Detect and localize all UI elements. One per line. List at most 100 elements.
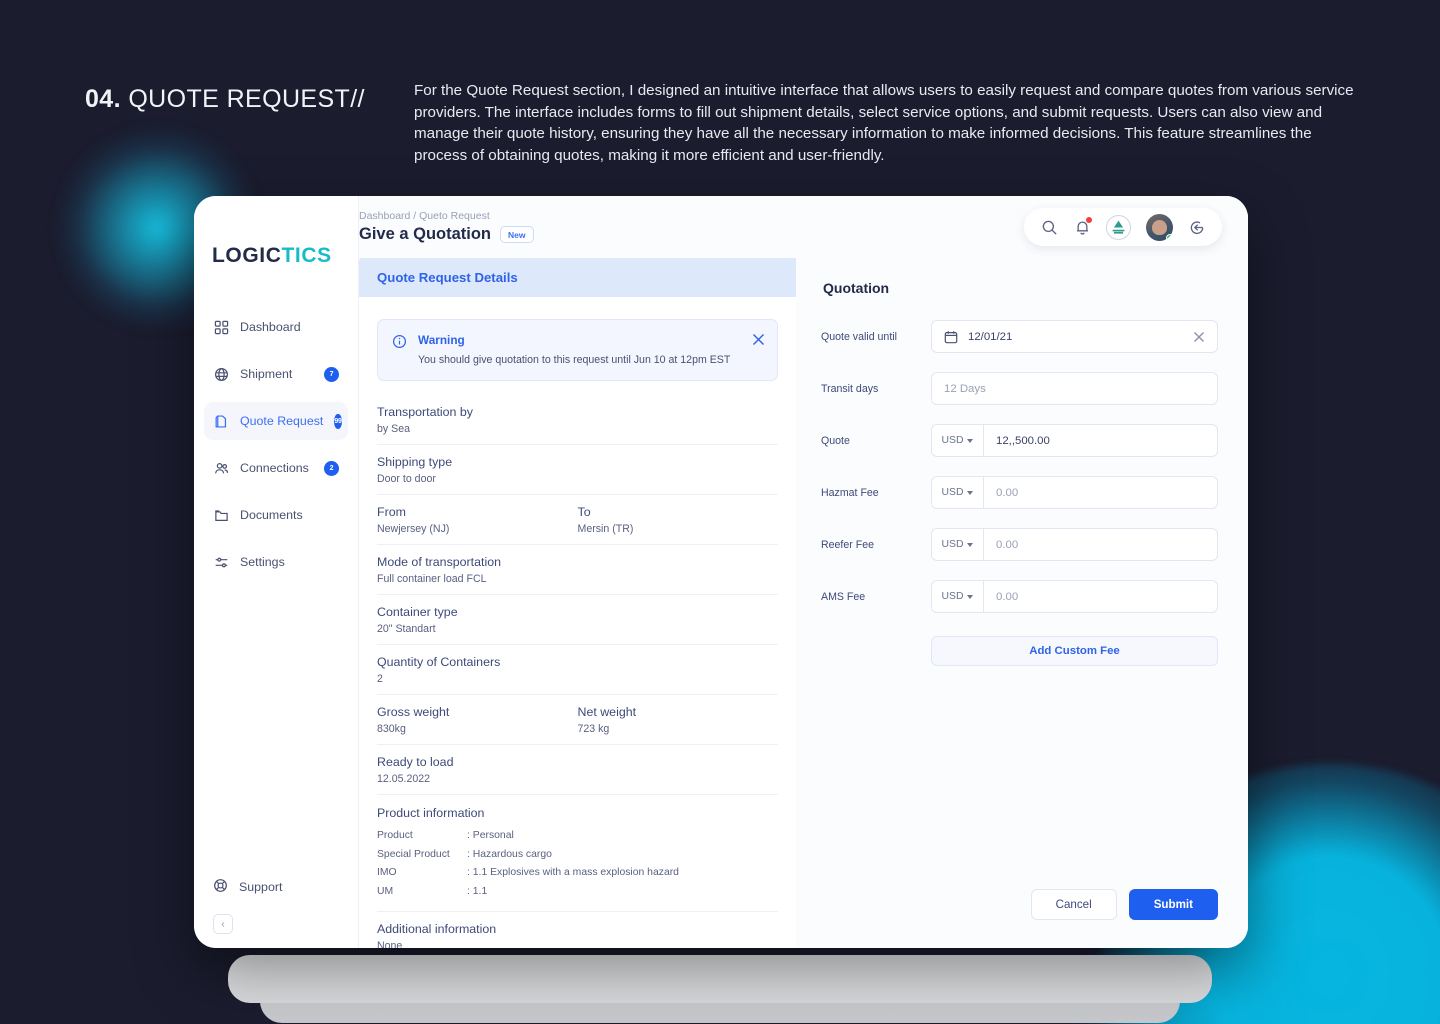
transit-days-value: 12 Days: [944, 382, 986, 395]
main-area: Dashboard / Queto Request Give a Quotati…: [359, 196, 1248, 948]
detail-field: Ready to load 12.05.2022: [377, 755, 778, 785]
submit-button[interactable]: Submit: [1128, 889, 1218, 920]
bell-icon[interactable]: [1073, 217, 1092, 236]
product-value: : Hazardous cargo: [467, 848, 552, 860]
warning-alert: Warning You should give quotation to thi…: [377, 319, 778, 381]
logo-accent: TICS: [281, 244, 332, 267]
sidebar-item-dashboard[interactable]: Dashboard: [204, 308, 348, 346]
detail-value: 830kg: [377, 723, 406, 735]
currency-select-hazmat[interactable]: USD: [932, 477, 984, 508]
product-key: UM: [377, 885, 394, 897]
detail-label: Ready to load: [377, 755, 454, 769]
content-split: Quote Request Details Warning You should…: [359, 258, 1248, 948]
detail-row: Quantity of Containers 2: [377, 645, 778, 695]
sidebar-item-settings[interactable]: Settings: [204, 543, 348, 581]
stacked-card-middle: [228, 955, 1212, 1003]
sidebar-item-label: Settings: [240, 555, 285, 569]
sidebar-footer: Support ‹: [194, 878, 358, 934]
sidebar-collapse-button[interactable]: ‹: [213, 914, 233, 934]
search-icon[interactable]: [1040, 218, 1058, 236]
close-icon[interactable]: [1193, 331, 1205, 343]
brand-ring-icon[interactable]: [1106, 214, 1131, 240]
document-icon: [213, 413, 229, 429]
sidebar-item-connections[interactable]: Connections 2: [204, 449, 348, 487]
product-value: : 1.1: [467, 885, 488, 897]
chevron-down-icon: [967, 438, 974, 443]
avatar[interactable]: [1146, 213, 1173, 241]
ams-fee-value: 0.00: [996, 590, 1019, 603]
ams-fee-input[interactable]: USD 0.00: [931, 580, 1218, 613]
grid-icon: [213, 319, 229, 335]
detail-label: Net weight: [577, 705, 637, 719]
currency-select-ams[interactable]: USD: [932, 581, 984, 612]
field-quote-valid-until: Quote valid until 12/01/21: [821, 320, 1218, 353]
detail-field: Quantity of Containers 2: [377, 655, 778, 685]
field-label: Quote: [821, 434, 850, 447]
support-label: Support: [239, 880, 283, 894]
sidebar-badge-connections: 2: [324, 460, 339, 476]
detail-field: Mode of transportation Full container lo…: [377, 555, 778, 585]
detail-field: Transportation by by Sea: [377, 405, 778, 435]
detail-row: Container type 20" Standart: [377, 595, 778, 645]
currency-label: USD: [941, 435, 964, 446]
field-transit-days: Transit days 12 Days: [821, 372, 1218, 405]
reefer-fee-value: 0.00: [996, 538, 1019, 551]
reefer-fee-input[interactable]: USD 0.00: [931, 528, 1218, 561]
detail-value: Door to door: [377, 473, 436, 485]
detail-row: Mode of transportation Full container lo…: [377, 545, 778, 595]
product-value: : 1.1 Explosives with a mass explosion h…: [467, 867, 679, 878]
detail-field: Gross weight 830kg: [377, 705, 578, 735]
quote-request-details-panel: Quote Request Details Warning You should…: [359, 258, 796, 948]
sidebar-item-shipment[interactable]: Shipment 7: [204, 355, 348, 393]
sidebar: LOGICTICS Dashboard Shipment 7 Quote Req…: [194, 196, 359, 948]
detail-value: None: [377, 940, 403, 948]
breadcrumb[interactable]: Dashboard / Queto Request: [359, 210, 534, 222]
header-titles: Dashboard / Queto Request Give a Quotati…: [359, 210, 534, 244]
product-key: Special Product: [377, 848, 450, 860]
field-label: Quote valid until: [821, 330, 897, 343]
sidebar-item-label: Documents: [240, 508, 303, 522]
sidebar-item-documents[interactable]: Documents: [204, 496, 348, 534]
slide-headline: 04. QUOTE REQUEST//: [85, 85, 365, 114]
logout-icon[interactable]: [1188, 218, 1206, 236]
quote-amount-input[interactable]: USD 12,,500.00: [931, 424, 1218, 457]
sidebar-item-quote-request[interactable]: Quote Request 99: [204, 402, 348, 440]
status-badge: New: [500, 226, 534, 243]
detail-field: To Mersin (TR): [578, 505, 779, 535]
sidebar-item-label: Quote Request: [240, 414, 324, 428]
sidebar-item-support[interactable]: Support: [213, 878, 339, 896]
add-custom-fee-button[interactable]: Add Custom Fee: [931, 636, 1218, 666]
title-row: Give a Quotation New: [359, 225, 534, 244]
field-label: Hazmat Fee: [821, 486, 879, 499]
app-window: LOGICTICS Dashboard Shipment 7 Quote Req…: [194, 196, 1248, 948]
product-key: IMO: [377, 867, 397, 878]
detail-row: Additional information None: [377, 912, 778, 948]
currency-label: USD: [941, 487, 964, 498]
online-status-dot: [1166, 233, 1173, 241]
details-list: Warning You should give quotation to thi…: [359, 297, 796, 948]
hazmat-fee-input[interactable]: USD 0.00: [931, 476, 1218, 509]
detail-row: Transportation by by Sea: [377, 395, 778, 445]
sidebar-item-label: Connections: [240, 461, 309, 475]
detail-field: Shipping type Door to door: [377, 455, 778, 485]
quote-valid-until-input[interactable]: 12/01/21: [931, 320, 1218, 353]
cancel-button[interactable]: Cancel: [1030, 889, 1117, 920]
app-logo: LOGICTICS: [212, 244, 358, 268]
field-label: Transit days: [821, 382, 879, 395]
detail-value: by Sea: [377, 423, 410, 435]
currency-select-quote[interactable]: USD: [932, 425, 984, 456]
sidebar-item-label: Shipment: [240, 367, 293, 381]
currency-select-reefer[interactable]: USD: [932, 529, 984, 560]
quotation-panel: Quotation Quote valid until 12/01/21 Tra…: [796, 258, 1248, 948]
close-icon[interactable]: [752, 333, 765, 346]
detail-field: Container type 20" Standart: [377, 605, 778, 635]
detail-row: Gross weight 830kg Net weight 723 kg: [377, 695, 778, 745]
transit-days-input[interactable]: 12 Days: [931, 372, 1218, 405]
detail-row: Shipping type Door to door: [377, 445, 778, 495]
product-information-row: Product information Product : Personal S…: [377, 795, 778, 912]
detail-label: Gross weight: [377, 705, 450, 719]
detail-field: From Newjersey (NJ): [377, 505, 578, 535]
detail-label: Mode of transportation: [377, 555, 501, 569]
detail-label: Additional information: [377, 922, 497, 936]
field-ams-fee: AMS Fee USD 0.00: [821, 580, 1218, 613]
